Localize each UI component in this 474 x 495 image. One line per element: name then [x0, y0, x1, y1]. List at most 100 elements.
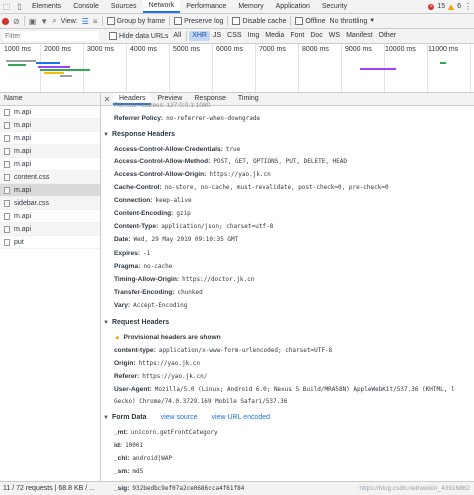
filter-type-img[interactable]: Img [245, 31, 263, 41]
throttling-select[interactable]: No throttling ▼ [328, 14, 378, 28]
request-name: m.api [14, 147, 32, 155]
request-row[interactable]: m.api [0, 119, 100, 132]
waterfall-bar [40, 69, 90, 71]
request-row[interactable]: m.api [0, 223, 100, 236]
checkbox-icon [109, 32, 117, 40]
disable-cache-checkbox[interactable]: Disable cache [230, 14, 288, 28]
filter-type-css[interactable]: CSS [224, 31, 244, 41]
header-key: Access-Control-Allow-Origin: [114, 171, 207, 178]
header-row: Transfer-Encoding: chunked [114, 289, 203, 296]
record-button[interactable] [0, 14, 11, 28]
preserve-log-checkbox[interactable]: Preserve log [172, 14, 225, 28]
filter-type-ws[interactable]: WS [326, 31, 343, 41]
tab-timing[interactable]: Timing [232, 93, 265, 105]
inspect-element-icon[interactable]: ⬚ [0, 0, 13, 13]
header-key: content-type: [114, 347, 156, 354]
request-row[interactable]: m.api [0, 145, 100, 158]
filter-type-xhr[interactable]: XHR [189, 31, 210, 41]
request-row[interactable]: put [0, 236, 100, 249]
header-row: Access-Control-Allow-Method: POST, GET, O… [114, 158, 347, 165]
request-row[interactable]: content.css [0, 171, 100, 184]
form-data-section[interactable]: ▼ Form Data view source view URL encoded [103, 414, 270, 421]
css-file-icon [4, 173, 10, 181]
header-row: Content-Type: application/json; charset=u… [114, 223, 273, 230]
request-row-selected[interactable]: m.api [0, 184, 100, 197]
filter-type-js[interactable]: JS [210, 31, 224, 41]
filter-type-media[interactable]: Media [262, 31, 287, 41]
request-headers-section[interactable]: ▼ Request Headers [103, 319, 169, 326]
header-row: Date: Wed, 29 May 2019 09:10:35 GMT [114, 236, 238, 243]
view-url-encoded-link[interactable]: view URL encoded [212, 414, 271, 421]
filter-type-other[interactable]: Other [376, 31, 400, 41]
request-row[interactable]: sidebar.css [0, 197, 100, 210]
file-icon [4, 108, 10, 116]
request-row[interactable]: m.api [0, 158, 100, 171]
request-name: sidebar.css [14, 199, 50, 207]
response-headers-section[interactable]: ▼ Response Headers [103, 131, 175, 138]
filter-type-manifest[interactable]: Manifest [343, 31, 375, 41]
tab-elements[interactable]: Elements [26, 0, 67, 13]
header-key: Date: [114, 236, 131, 243]
capture-screenshots-button[interactable]: ▣ [27, 14, 39, 28]
warning-text: Provisional headers are shown [123, 334, 221, 341]
tab-application[interactable]: Application [270, 0, 316, 13]
filter-type-doc[interactable]: Doc [307, 31, 325, 41]
file-icon [4, 160, 10, 168]
checkbox-icon [232, 17, 241, 25]
filter-icon: ▼ [40, 16, 49, 26]
warning-icon [448, 3, 455, 10]
hide-data-urls-label: Hide data URLs [119, 32, 169, 40]
header-row: Referrer Policy: no-referrer-when-downgra… [114, 115, 260, 122]
request-row[interactable]: m.api [0, 132, 100, 145]
header-row: Access-Control-Allow-Origin: https://yao.… [114, 171, 271, 178]
view-source-link[interactable]: view source [161, 414, 198, 421]
warning-icon: ▲ [114, 334, 121, 341]
name-column-header[interactable]: Name [0, 93, 100, 106]
large-rows-button[interactable]: ☰ [80, 14, 91, 28]
filter-input[interactable] [3, 31, 99, 41]
request-row[interactable]: m.api [0, 210, 100, 223]
throttling-value: No throttling [329, 17, 368, 25]
request-name: content.css [14, 173, 50, 181]
close-icon[interactable]: ✕ [101, 95, 113, 104]
device-toolbar-icon[interactable]: ▯ [13, 0, 26, 13]
form-value: 10001 [125, 442, 144, 449]
offline-checkbox[interactable]: Offline [293, 14, 327, 28]
tab-sources[interactable]: Sources [105, 0, 143, 13]
tab-network[interactable]: Network [142, 0, 181, 13]
chevron-down-icon: ▼ [369, 18, 376, 24]
gridline [212, 44, 213, 92]
console-status[interactable]: × 15 6 ⋮ [428, 0, 472, 13]
header-value: true [225, 146, 241, 153]
tab-memory[interactable]: Memory [232, 0, 269, 13]
header-key: User-Agent: [114, 386, 152, 393]
filter-type-font[interactable]: Font [287, 31, 307, 41]
tab-security[interactable]: Security [316, 0, 353, 13]
header-key: Transfer-Encoding: [114, 289, 175, 296]
form-row: _chl: android|WAP [114, 455, 172, 462]
header-key: Access-Control-Allow-Credentials: [114, 146, 223, 153]
header-row: Origin: https://yao.jk.cn [114, 360, 200, 367]
hide-data-urls-checkbox[interactable]: Hide data URLs [107, 29, 170, 43]
header-value: no-referrer-when-downgrade [166, 115, 261, 122]
tab-performance[interactable]: Performance [180, 0, 232, 13]
time-tick: 8000 ms [302, 46, 329, 53]
devtools-tab-bar: ⬚ ▯ Elements Console Sources Network Per… [0, 0, 474, 14]
network-overview[interactable]: 1000 ms 2000 ms 3000 ms 4000 ms 5000 ms … [0, 44, 474, 93]
overview-button[interactable]: ≡ [91, 14, 100, 28]
toolbar-divider [101, 16, 103, 26]
filter-type-all[interactable]: All [170, 31, 184, 41]
tab-console[interactable]: Console [67, 0, 105, 13]
clear-button[interactable]: ⊘ [11, 14, 22, 28]
record-icon [2, 17, 9, 25]
more-options-icon[interactable]: ⋮ [464, 2, 472, 11]
request-row[interactable]: m.api [0, 106, 100, 119]
search-button[interactable]: ⌕ [50, 14, 58, 28]
filter-toggle-button[interactable]: ▼ [38, 14, 50, 28]
triangle-down-icon: ▼ [103, 132, 109, 138]
file-icon [4, 186, 10, 194]
form-key: id: [114, 442, 123, 449]
group-by-frame-checkbox[interactable]: Group by frame [105, 14, 168, 28]
toolbar-divider [169, 16, 171, 26]
status-bar: 11 / 72 requests | 68.8 KB / ... https:/… [0, 481, 474, 495]
